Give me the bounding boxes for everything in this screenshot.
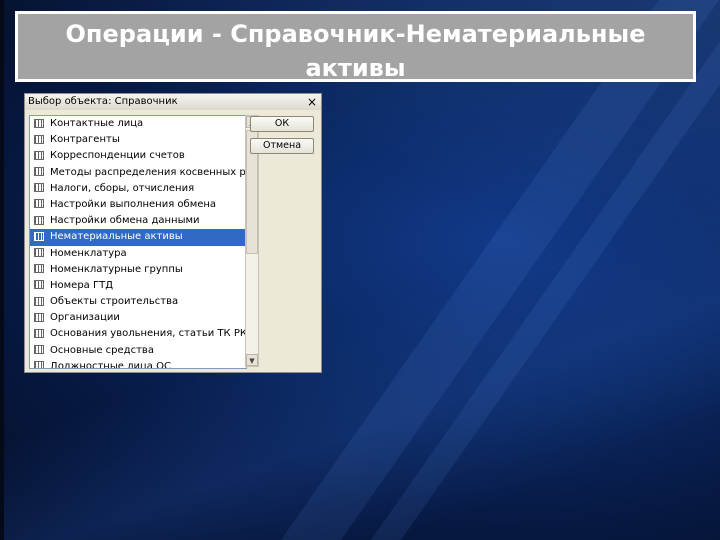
list-item-label: Контактные лица	[50, 118, 144, 129]
list-item[interactable]: Контрагенты	[30, 132, 246, 148]
catalog-icon	[34, 248, 44, 257]
slide-left-edge	[0, 0, 4, 540]
catalog-icon	[34, 280, 44, 290]
catalog-icon	[34, 199, 44, 209]
list-item-label: Номера ГТД	[50, 279, 114, 291]
catalog-icon	[34, 150, 44, 160]
list-item[interactable]: Методы распределения косвенных ра...	[30, 165, 246, 181]
list-item[interactable]: Настройки обмена данными	[30, 213, 246, 229]
catalog-icon	[34, 312, 44, 322]
list-item-label: Номенклатура	[50, 247, 127, 259]
list-item[interactable]: Объекты строительства	[30, 294, 246, 310]
catalog-icon	[34, 231, 44, 241]
ok-button[interactable]: ОК	[250, 116, 314, 132]
list-item-label: Нематериальные активы	[50, 231, 183, 243]
object-selection-dialog: Выбор объекта: Справочник × Контактные л…	[24, 93, 322, 373]
list-item[interactable]: Корреспонденции счетов	[30, 148, 246, 164]
catalog-icon	[34, 361, 44, 368]
list-item[interactable]: Основные средства	[30, 343, 246, 359]
list-item-label: Основания увольнения, статьи ТК РК	[50, 328, 247, 340]
list-item[interactable]: Нематериальные активы	[30, 229, 246, 246]
list-item-label: Должностные лица ОС	[50, 360, 171, 369]
catalog-list[interactable]: Контактные лица Контрагенты Корреспонденци…	[29, 115, 247, 369]
list-item[interactable]: Контактные лица	[30, 116, 246, 132]
dialog-title-bar: Выбор объекта: Справочник ×	[25, 94, 321, 110]
catalog-icon	[34, 215, 44, 225]
list-item-label: Номенклатурные группы	[50, 263, 183, 275]
catalog-icon	[34, 183, 44, 193]
list-item-label: Налоги, сборы, отчисления	[50, 182, 195, 194]
catalog-icon	[34, 345, 44, 355]
list-item-label: Основные средства	[50, 344, 154, 356]
catalog-icon	[34, 167, 44, 177]
list-item-label: Корреспонденции счетов	[50, 150, 185, 162]
list-item[interactable]: Номенклатурные группы	[30, 262, 246, 278]
catalog-icon	[34, 134, 44, 144]
cancel-button[interactable]: Отмена	[250, 138, 314, 154]
slide-title: Операции - Справочник-Нематериальные акт…	[15, 11, 696, 82]
list-item-label: Объекты строительства	[50, 296, 179, 308]
slide-title-text: Операции - Справочник-Нематериальные акт…	[65, 20, 646, 82]
list-item-label: Контрагенты	[50, 134, 120, 146]
list-item[interactable]: Номера ГТД	[30, 278, 246, 294]
list-item[interactable]: Номенклатура	[30, 246, 246, 262]
catalog-icon	[34, 118, 44, 128]
catalog-icon	[34, 328, 44, 338]
close-icon[interactable]: ×	[307, 94, 317, 110]
catalog-icon	[34, 296, 44, 306]
catalog-icon	[34, 264, 44, 274]
dialog-title: Выбор объекта: Справочник	[28, 96, 178, 107]
list-item[interactable]: Организации	[30, 310, 246, 326]
list-item[interactable]: Должностные лица ОС	[30, 359, 246, 369]
scroll-down-icon[interactable]: ▼	[246, 354, 258, 366]
list-item-label: Организации	[50, 312, 120, 324]
list-item-label: Настройки обмена данными	[50, 215, 200, 227]
list-item[interactable]: Настройки выполнения обмена	[30, 197, 246, 213]
list-item[interactable]: Основания увольнения, статьи ТК РК	[30, 326, 246, 342]
list-item-label: Методы распределения косвенных ра...	[50, 166, 247, 178]
list-item-label: Настройки выполнения обмена	[50, 198, 217, 210]
list-item[interactable]: Налоги, сборы, отчисления	[30, 181, 246, 197]
